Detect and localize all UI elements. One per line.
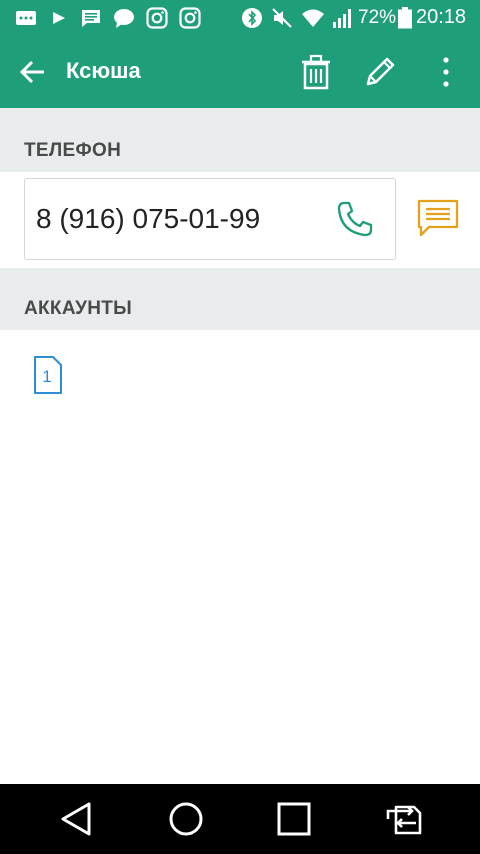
bluetooth-icon	[242, 8, 262, 28]
switch-sim-icon[interactable]	[384, 799, 424, 839]
back-arrow-icon[interactable]	[14, 54, 50, 90]
more-chat-icon	[16, 11, 36, 25]
phone-section-header: ТЕЛЕФОН	[0, 108, 480, 172]
edit-icon[interactable]	[360, 52, 400, 92]
sim-card-number: 1	[42, 367, 51, 386]
phone-section-label: ТЕЛЕФОН	[24, 140, 122, 161]
message-icon[interactable]	[416, 198, 460, 238]
phone-call-icon[interactable]	[335, 199, 375, 239]
back-icon[interactable]	[56, 799, 96, 839]
instagram-icon	[179, 7, 201, 29]
phone-number-field[interactable]: 8 (916) 075-01-99	[24, 178, 396, 260]
message-icon	[82, 10, 100, 27]
contact-details-screen: 72% 20:18 Ксюша ТЕЛЕФОН 8 (916) 075-01-9…	[0, 0, 480, 854]
play-icon	[53, 12, 65, 24]
home-icon[interactable]	[166, 799, 206, 839]
instagram-icon	[146, 7, 168, 29]
clock: 20:18	[416, 6, 467, 28]
app-bar: Ксюша	[0, 36, 480, 108]
phone-number: 8 (916) 075-01-99	[36, 203, 261, 234]
accounts-section-header: АККАУНТЫ	[0, 268, 480, 330]
chat-bubble-icon	[114, 9, 134, 28]
recents-icon[interactable]	[274, 799, 314, 839]
wifi-icon	[302, 9, 324, 27]
mute-icon	[272, 8, 292, 28]
signal-icon	[333, 9, 351, 28]
battery-icon	[398, 7, 412, 29]
sim-card-icon[interactable]: 1	[33, 355, 63, 395]
accounts-section-label: АККАУНТЫ	[24, 298, 133, 319]
battery-percent: 72%	[358, 7, 397, 28]
navigation-bar	[0, 784, 480, 854]
delete-icon[interactable]	[296, 52, 336, 92]
phone-row: 8 (916) 075-01-99	[0, 172, 480, 268]
contact-name-title: Ксюша	[66, 58, 141, 83]
more-vert-icon[interactable]	[426, 52, 466, 92]
status-bar: 72% 20:18	[0, 0, 480, 36]
